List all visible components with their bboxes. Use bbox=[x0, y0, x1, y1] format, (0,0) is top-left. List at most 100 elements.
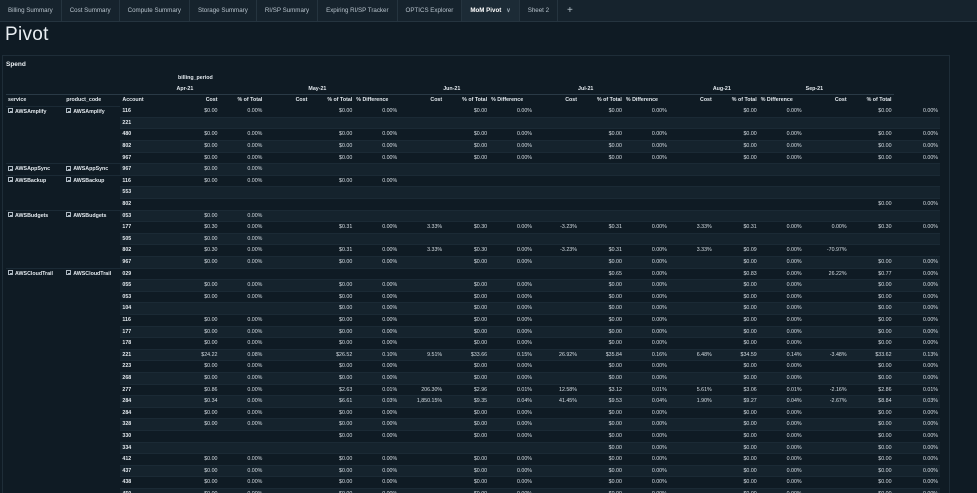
table-row[interactable]: 178 $0.00 0.00% $0.00 0.00% $0.00 0.00% $0.00 0.… bbox=[6, 337, 940, 350]
table-row[interactable]: 505 $0.00 0.00% bbox=[6, 233, 940, 246]
table-row[interactable]: 277 $0.86 0.00% $2.63 0.01% 206.30% $2.96 0.01%… bbox=[6, 384, 940, 397]
table-row[interactable]: AWSBackup AWSBackup 116 $0.00 0.00% $0.00 0.00… bbox=[6, 174, 940, 211]
table-row[interactable]: AWSBudgets AWSBudgets 053 $0.00 0.00% bbox=[6, 209, 940, 269]
service-cell[interactable]: AWSCloudTrail bbox=[6, 267, 65, 493]
metric-header[interactable]: Cost bbox=[534, 95, 579, 107]
value-cell bbox=[264, 128, 310, 142]
month-header[interactable]: Sep-21 bbox=[803, 83, 894, 96]
metric-header[interactable]: % Difference bbox=[489, 95, 534, 107]
table-row[interactable]: 967 $0.00 0.00% $0.00 0.00% $0.00 0.00% $0.00 0.… bbox=[6, 152, 940, 165]
account-cell: 553 bbox=[120, 186, 175, 200]
product-code-cell[interactable]: AWSAmplify bbox=[64, 105, 121, 164]
sheet-tab-4[interactable]: RI/SP Summary bbox=[257, 0, 319, 21]
collapse-icon[interactable] bbox=[8, 177, 13, 183]
metric-header[interactable]: % Difference bbox=[354, 95, 399, 107]
table-row[interactable]: 450$0.000.00%$0.000.00%$0.000.00%$0.000.… bbox=[6, 488, 940, 493]
table-row[interactable]: AWSAmplify AWSAmplify 116 $0.00 0.00% $0.00 0.… bbox=[6, 105, 940, 164]
table-row[interactable]: 223 $0.00 0.00% $0.00 0.00% $0.00 0.00% $0.00 0.… bbox=[6, 360, 940, 373]
metric-header[interactable]: % of Total bbox=[714, 95, 759, 107]
month-header[interactable]: Apr-21 bbox=[174, 83, 265, 96]
sheet-tab-1[interactable]: Cost Summary bbox=[62, 0, 120, 21]
month-header[interactable]: Aug-21 bbox=[668, 83, 804, 96]
metric-header[interactable]: % of Total bbox=[309, 95, 354, 107]
metric-header[interactable]: % of Total bbox=[219, 95, 264, 107]
table-row[interactable]: 553 bbox=[6, 186, 940, 200]
table-row[interactable]: 480 $0.00 0.00% $0.00 0.00% $0.00 0.00% $0.00 0.… bbox=[6, 128, 940, 142]
collapse-icon[interactable] bbox=[8, 108, 13, 114]
table-row[interactable]: 221 bbox=[6, 117, 940, 130]
table-row[interactable]: 104 $0.00 0.00% $0.00 0.00% $0.00 0.00% $0.00 0.… bbox=[6, 302, 940, 315]
sheet-tab-2[interactable]: Compute Summary bbox=[120, 0, 190, 21]
sheet-tab-0[interactable]: Billing Summary bbox=[0, 0, 62, 21]
table-row[interactable]: AWSAppSync AWSAppSync 967 $0.00 0.00% bbox=[6, 163, 940, 176]
product-code-cell[interactable]: AWSCloudTrail bbox=[64, 267, 121, 493]
table-row[interactable]: 284 $0.00 0.00% $0.00 0.00% $0.00 0.00% $0.00 0.… bbox=[6, 407, 940, 420]
table-row[interactable]: 802 $0.00 0.00% bbox=[6, 198, 940, 211]
metric-header[interactable]: Cost bbox=[804, 95, 849, 107]
value-cell: 0.00% bbox=[893, 465, 940, 478]
sheet-tab-7[interactable]: MoM Pivot ∨ bbox=[462, 0, 520, 21]
pivot-table[interactable]: billing_period Apr-21 May-21 Jun-21 Jul-21 Au… bbox=[6, 73, 940, 493]
chevron-down-icon[interactable]: ∨ bbox=[506, 7, 510, 14]
table-row[interactable]: 334 $0.00 0.00% $0.00 0.00% $0.00 0.00% bbox=[6, 442, 940, 455]
row-header-product-code[interactable]: product_code bbox=[64, 95, 120, 107]
table-row[interactable]: 802 $0.00 0.00% $0.00 0.00% $0.00 0.00% $0.00 0.… bbox=[6, 140, 940, 153]
collapse-icon[interactable] bbox=[8, 212, 13, 218]
metric-header[interactable]: % Difference bbox=[624, 95, 669, 107]
table-row[interactable]: 221 $24.22 0.08% $26.52 0.10% 9.51% $33.66 0.15… bbox=[6, 349, 940, 362]
service-cell[interactable]: AWSBackup bbox=[6, 174, 65, 211]
month-header[interactable]: May-21 bbox=[264, 83, 400, 96]
collapse-icon[interactable] bbox=[66, 177, 72, 183]
metric-header[interactable]: Cost bbox=[264, 95, 309, 107]
service-cell[interactable]: AWSBudgets bbox=[6, 209, 65, 269]
table-row[interactable]: 177 $0.00 0.00% $0.00 0.00% $0.00 0.00% $0.00 0.… bbox=[6, 326, 940, 339]
metric-header[interactable]: % of Total bbox=[444, 95, 489, 107]
metric-header[interactable]: % of Total bbox=[849, 95, 894, 107]
table-row[interactable]: 967 $0.00 0.00% $0.00 0.00% $0.00 0.00% $0.00 0.… bbox=[6, 256, 940, 269]
row-header-account[interactable]: Account bbox=[120, 95, 174, 107]
collapse-icon[interactable] bbox=[66, 270, 72, 276]
sheet-tab-6[interactable]: OPTICS Explorer bbox=[398, 0, 463, 21]
row-header-service[interactable]: service bbox=[6, 95, 64, 107]
value-cell bbox=[803, 476, 849, 489]
service-cell[interactable]: AWSAmplify bbox=[6, 105, 65, 164]
table-row[interactable]: 412 $0.00 0.00% $0.00 0.00% $0.00 0.00% $0.00 0.… bbox=[6, 453, 940, 466]
metric-header[interactable]: % Difference bbox=[759, 95, 804, 107]
sheet-tab-3[interactable]: Storage Summary bbox=[190, 0, 257, 21]
collapse-icon[interactable] bbox=[66, 165, 72, 171]
metric-header[interactable]: Cost bbox=[669, 95, 714, 107]
value-cell bbox=[534, 233, 579, 246]
table-row[interactable]: 330 $0.00 0.00% $0.00 0.00% $0.00 0.00% $0.00 0.… bbox=[6, 430, 940, 443]
table-row[interactable]: 802 $0.30 0.00% $0.31 0.00% 3.33% $0.30 0.00% -3… bbox=[6, 244, 940, 257]
product-code-cell[interactable]: AWSBudgets bbox=[64, 209, 121, 269]
collapse-icon[interactable] bbox=[8, 270, 13, 276]
table-row[interactable]: 053 $0.00 0.00% $0.00 0.00% $0.00 0.00% $0.00 0.… bbox=[6, 291, 940, 304]
collapse-icon[interactable] bbox=[66, 108, 72, 114]
table-row[interactable]: 177 $0.30 0.00% $0.31 0.00% 3.33% $0.30 0.00% -3… bbox=[6, 221, 940, 234]
metric-header[interactable]: Cost bbox=[175, 95, 220, 107]
table-row[interactable]: 116 $0.00 0.00% $0.00 0.00% $0.00 0.00% $0.00 0.… bbox=[6, 314, 940, 327]
sheet-tab-5[interactable]: Expiring RI/SP Tracker bbox=[318, 0, 398, 21]
product-code-cell[interactable]: AWSAppSync bbox=[64, 163, 121, 176]
value-cell: $0.00 bbox=[309, 453, 355, 466]
table-row[interactable]: 284 $0.34 0.00% $6.61 0.03% 1,850.15% $9.35 0.0… bbox=[6, 395, 940, 408]
vertical-scrollbar[interactable] bbox=[950, 55, 977, 493]
collapse-icon[interactable] bbox=[8, 165, 13, 171]
month-header[interactable]: Jul-21 bbox=[534, 83, 669, 96]
table-row[interactable]: 055 $0.00 0.00% $0.00 0.00% $0.00 0.00% $0.00 0.… bbox=[6, 279, 940, 292]
table-row[interactable]: AWSCloudTrail AWSCloudTrail 029 $0.65 0.00% $… bbox=[6, 267, 940, 493]
table-row[interactable]: 268 $0.00 0.00% $0.00 0.00% $0.00 0.00% $0.00 0.… bbox=[6, 372, 940, 385]
table-row[interactable]: 328 $0.00 0.00% $0.00 0.00% $0.00 0.00% $0.00 0.… bbox=[6, 418, 940, 431]
metric-header[interactable]: % of Total bbox=[579, 95, 624, 107]
service-cell[interactable]: AWSAppSync bbox=[6, 163, 65, 176]
product-code-cell[interactable]: AWSBackup bbox=[64, 174, 121, 211]
sheet-tab-8[interactable]: Sheet 2 bbox=[520, 0, 559, 21]
value-cell bbox=[803, 128, 849, 142]
table-row[interactable]: 438 $0.00 0.00% $0.00 0.00% $0.00 0.00% $0.00 0.… bbox=[6, 476, 940, 489]
pivot-visual[interactable]: Spend billing_period Apr-21 May-21 Jun-21 Ju… bbox=[2, 55, 950, 493]
add-sheet-button[interactable]: + bbox=[558, 0, 582, 21]
month-header[interactable]: Jun-21 bbox=[399, 83, 535, 96]
table-row[interactable]: 437 $0.00 0.00% $0.00 0.00% $0.00 0.00% $0.00 0.… bbox=[6, 465, 940, 478]
metric-header[interactable]: Cost bbox=[399, 95, 444, 107]
collapse-icon[interactable] bbox=[66, 212, 72, 218]
